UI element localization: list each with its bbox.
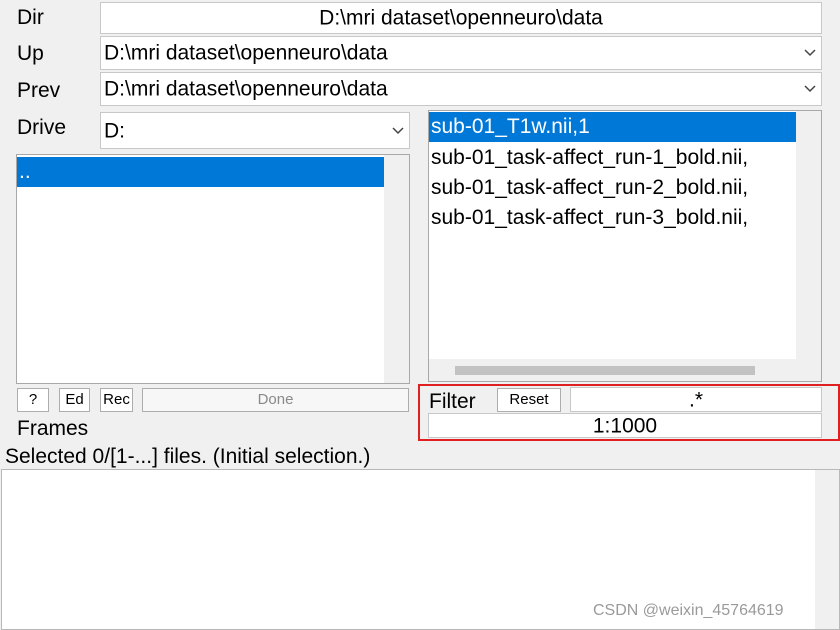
watermark-text: CSDN @weixin_45764619	[593, 602, 784, 619]
list-item-label: sub-01_task-affect_run-3_bold.nii,	[431, 206, 749, 229]
list-item-label: sub-01_task-affect_run-2_bold.nii,	[431, 176, 749, 199]
chevron-down-icon	[804, 85, 816, 93]
prev-value: D:\mri dataset\openneuro\data	[104, 77, 388, 101]
done-button[interactable]: Done	[142, 388, 409, 412]
drive-dropdown[interactable]: D:	[100, 112, 410, 149]
scrollbar-thumb[interactable]	[455, 366, 755, 375]
directory-list[interactable]: ..	[16, 154, 410, 384]
prev-label: Prev	[17, 79, 61, 102]
vertical-scrollbar[interactable]	[815, 470, 839, 629]
dir-field[interactable]: D:\mri dataset\openneuro\data	[100, 2, 822, 34]
up-value: D:\mri dataset\openneuro\data	[104, 41, 388, 65]
file-list[interactable]: sub-01_T1w.nii,1 sub-01_task-affect_run-…	[428, 110, 822, 382]
recursive-button[interactable]: Rec	[100, 388, 133, 412]
up-dropdown[interactable]: D:\mri dataset\openneuro\data	[100, 36, 822, 70]
list-item-label: sub-01_task-affect_run-1_bold.nii,	[431, 146, 749, 169]
edit-button[interactable]: Ed	[59, 388, 90, 412]
vertical-scrollbar[interactable]	[384, 155, 409, 383]
frames-label: Frames	[17, 417, 89, 440]
prev-dropdown[interactable]: D:\mri dataset\openneuro\data	[100, 72, 822, 106]
list-item[interactable]: sub-01_T1w.nii,1	[429, 112, 797, 142]
horizontal-scrollbar[interactable]	[429, 359, 821, 381]
chevron-down-icon	[804, 49, 816, 57]
list-item[interactable]: sub-01_task-affect_run-2_bold.nii,	[429, 173, 797, 203]
status-text: Selected 0/[1-...] files. (Initial selec…	[5, 445, 371, 468]
list-item-label: ..	[19, 160, 31, 183]
list-item-label: sub-01_T1w.nii,1	[431, 115, 590, 138]
list-item[interactable]: sub-01_task-affect_run-3_bold.nii,	[429, 203, 797, 233]
annotation-highlight-box	[418, 384, 840, 441]
dir-label: Dir	[17, 6, 44, 29]
file-selector-window: Dir D:\mri dataset\openneuro\data Up D:\…	[0, 0, 840, 630]
list-item[interactable]: ..	[17, 157, 385, 187]
chevron-down-icon	[392, 126, 404, 134]
help-button[interactable]: ?	[17, 388, 49, 412]
up-label: Up	[17, 42, 44, 65]
drive-value: D:	[104, 119, 125, 142]
vertical-scrollbar[interactable]	[796, 111, 821, 359]
drive-label: Drive	[17, 116, 67, 139]
dir-value: D:\mri dataset\openneuro\data	[319, 6, 603, 30]
list-item[interactable]: sub-01_task-affect_run-1_bold.nii,	[429, 143, 797, 173]
